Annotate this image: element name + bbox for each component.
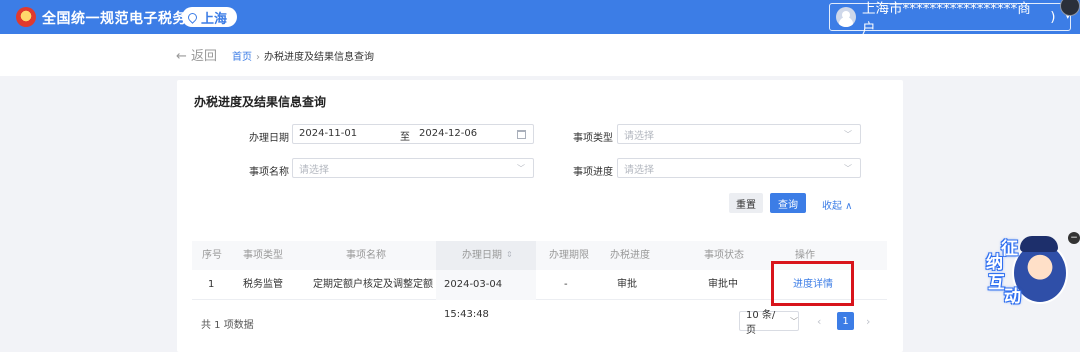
type-select[interactable]: 请选择 ﹀ [617,124,861,144]
date-end: 2024-12-06 [419,128,478,139]
breadcrumb-current: 办税进度及结果信息查询 [264,52,374,63]
calendar-icon [517,130,526,139]
name-label: 事项名称 [249,167,289,178]
column-header: 序号 [202,250,222,261]
name-placeholder: 请选择 [299,164,329,176]
assistant-cap [1020,236,1058,252]
page-1-button[interactable]: 1 [837,312,854,330]
table-cell: 审批中 [708,279,738,290]
query-card: 办税进度及结果信息查询 办理日期 2024-11-01 至 2024-12-06… [177,80,903,352]
back-link[interactable]: ← 返回 [176,45,217,64]
user-name: 上海市*****************商户 [862,1,1031,37]
progress-placeholder: 请选择 [624,164,654,176]
date-separator: 至 [400,132,410,143]
table-cell: 1 [208,279,215,290]
table-cell: 审批 [617,279,637,290]
page-size-select[interactable]: 10 条/页 ﹀ [739,310,799,336]
column-header: 办理期限 [549,250,589,261]
table-cell: - [564,279,568,290]
column-header: 事项类型 [243,250,283,261]
emblem-icon [16,7,36,27]
region-selector[interactable]: 上海 [182,7,238,27]
date-start: 2024-11-01 [299,128,358,139]
corner-button[interactable] [1060,0,1080,16]
prev-page-button[interactable]: ‹ [817,315,821,328]
chevron-down-icon: ﹀ [844,129,852,139]
column-header-sortable[interactable]: 办理日期 ⇕ [436,241,536,270]
close-icon[interactable]: − [1068,232,1080,244]
location-pin-icon [186,10,199,24]
assistant-char: 征 [1001,239,1018,259]
date-range-picker[interactable]: 2024-11-01 至 2024-12-06 [292,124,534,144]
progress-select[interactable]: 请选择 ﹀ [617,158,861,178]
column-header: 事项状态 [704,250,744,261]
table-cell: 定期定额户核定及调整定额 [313,279,433,290]
breadcrumb: 首页 › 办税进度及结果信息查询 [232,48,374,63]
assistant-widget[interactable]: 征 纳 互 动 − [986,230,1080,307]
top-navbar: 全国统一规范电子税务局 上海 上海市*****************商户 ) … [0,0,1080,37]
type-label: 事项类型 [573,133,613,144]
site-title[interactable]: 全国统一规范电子税务局 [42,8,202,28]
type-placeholder: 请选择 [624,130,654,142]
next-page-button[interactable]: › [866,315,870,328]
sort-icon: ⇕ [506,250,513,259]
user-paren: ) [1050,9,1056,25]
collapse-link[interactable]: 收起 ∧ [822,197,853,212]
page-size-value: 10 条/页 [746,310,776,336]
chevron-down-icon: ﹀ [517,163,525,173]
column-header: 事项名称 [346,250,386,261]
column-header-label: 办理日期 [462,250,502,261]
date-label: 办理日期 [249,133,289,144]
assistant-char: 互 [988,273,1005,293]
avatar-icon [836,7,856,27]
breadcrumb-bar: ← 返回 首页 › 办税进度及结果信息查询 [0,34,1080,76]
total-count: 共 1 项数据 [201,320,254,331]
breadcrumb-separator: › [256,52,260,63]
table-cell: 2024-03-04 15:43:48 [436,270,536,320]
table-cell: 税务监管 [243,279,283,290]
query-button[interactable]: 查询 [770,193,806,213]
chevron-down-icon: ﹀ [790,316,798,326]
column-header: 办税进度 [610,250,650,261]
highlight-box [771,261,854,306]
chevron-down-icon: ﹀ [844,163,852,173]
region-label: 上海 [201,11,228,27]
user-menu[interactable]: 上海市*****************商户 ) ▾ [829,1,1071,37]
name-select[interactable]: 请选择 ﹀ [292,158,534,178]
breadcrumb-home[interactable]: 首页 [232,52,252,63]
progress-label: 事项进度 [573,167,613,178]
reset-button[interactable]: 重置 [729,193,763,213]
assistant-char: 动 [1004,287,1021,307]
page-title: 办税进度及结果信息查询 [194,95,327,109]
